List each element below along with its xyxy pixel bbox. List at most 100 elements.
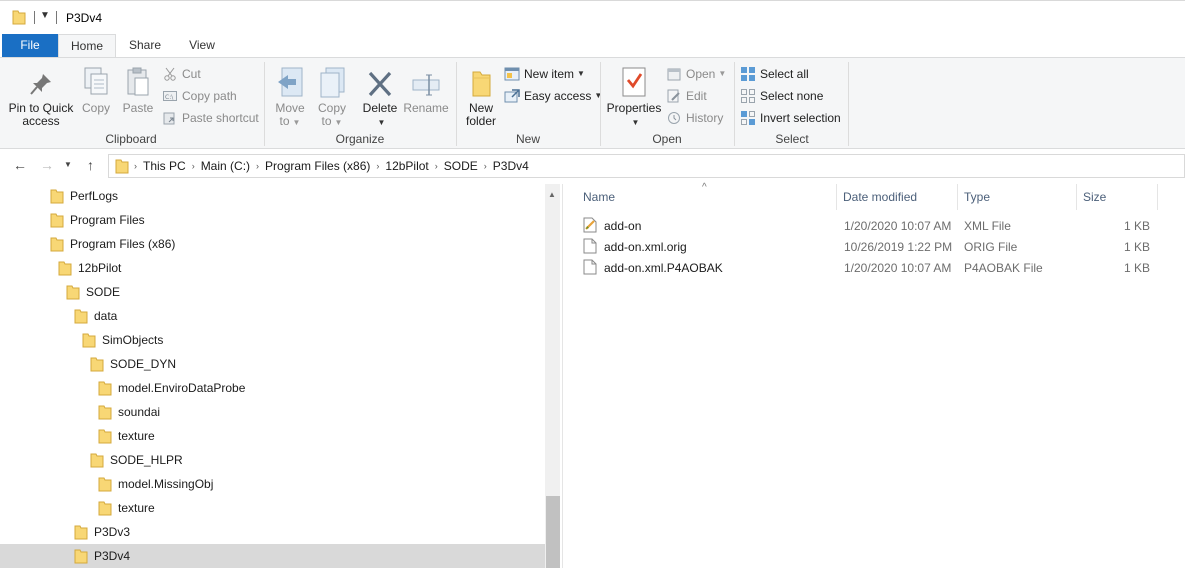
column-header-type[interactable]: Type (958, 184, 1076, 210)
file-size: 1 KB (1123, 240, 1150, 254)
breadcrumb-main-c[interactable]: Main (C:) (201, 159, 250, 173)
select-none-button[interactable]: Select none (740, 86, 823, 106)
tree-item-label: data (94, 309, 118, 323)
breadcrumb-this-pc[interactable]: This PC (143, 159, 186, 173)
forward-arrow-icon[interactable]: → (40, 157, 54, 173)
breadcrumb-sode[interactable]: SODE (444, 159, 478, 173)
paste-button[interactable]: Paste (120, 62, 156, 115)
easy-access-button[interactable]: Easy access ▼ (504, 86, 602, 106)
xml-file-icon (583, 217, 597, 236)
paste-shortcut-button[interactable]: Paste shortcut (162, 108, 259, 128)
chevron-right-icon[interactable]: › (376, 161, 379, 171)
chevron-right-icon[interactable]: › (435, 161, 438, 171)
tree-item-texture[interactable]: texture (0, 424, 545, 448)
tree-item-program-files-x86[interactable]: Program Files (x86) (0, 232, 545, 256)
tree-item-label: texture (118, 501, 155, 515)
open-group-label: Open (652, 132, 682, 146)
file-name: add-on.xml.P4AOBAK (604, 261, 723, 275)
breadcrumb-program-files-x86[interactable]: Program Files (x86) (265, 159, 370, 173)
back-arrow-icon[interactable]: ← (13, 157, 27, 173)
tree-item-sode-dyn[interactable]: SODE_DYN (0, 352, 545, 376)
address-bar[interactable]: › This PC › Main (C:) › Program Files (x… (108, 154, 1185, 178)
properties-button[interactable]: Properties ▼ (604, 62, 664, 129)
open-button[interactable]: Open ▼ (666, 64, 726, 84)
folder-icon (74, 548, 88, 564)
file-date-modified: 1/20/2020 10:07 AM (844, 219, 952, 233)
rename-label: Rename (403, 101, 449, 115)
column-header-size[interactable]: Size (1077, 184, 1157, 210)
new-item-label: New item (524, 67, 575, 81)
copy-to-button[interactable]: Copy to ▼ (312, 62, 352, 129)
folder-icon (98, 428, 112, 444)
chevron-down-icon: ▼ (334, 118, 343, 127)
tree-item-program-files[interactable]: Program Files (0, 208, 545, 232)
quick-access-dropdown-icon[interactable]: ▼ (40, 10, 50, 21)
tree-item-p3dv3[interactable]: P3Dv3 (0, 520, 545, 544)
tree-item-label: Program Files (x86) (70, 237, 176, 251)
up-arrow-icon[interactable]: ↑ (87, 157, 94, 173)
chevron-right-icon[interactable]: › (484, 161, 487, 171)
pin-to-quick-access-button[interactable]: Pin to Quick access (6, 62, 76, 128)
cut-button[interactable]: Cut (162, 64, 201, 84)
clipboard-group-label: Clipboard (105, 132, 157, 146)
column-divider[interactable] (1157, 184, 1158, 210)
file-type: XML File (964, 219, 1011, 233)
tree-scrollbar-thumb[interactable] (546, 496, 560, 568)
history-icon (666, 110, 682, 126)
copy-button[interactable]: Copy (78, 62, 114, 115)
breadcrumb-p3dv4[interactable]: P3Dv4 (493, 159, 529, 173)
tree-item-label: SODE_DYN (110, 357, 177, 371)
tree-item-data[interactable]: data (0, 304, 545, 328)
scroll-up-arrow-icon[interactable]: ▲ (548, 190, 556, 199)
tab-home[interactable]: Home (58, 34, 116, 58)
organize-group: Move to ▼ Copy to ▼ Delete ▼ Rename Organize (266, 60, 454, 148)
chevron-right-icon[interactable]: › (256, 161, 259, 171)
move-label: Move (275, 101, 305, 115)
tab-file[interactable]: File (2, 34, 58, 57)
group-separator (600, 62, 601, 146)
file-row[interactable]: add-on.xml.orig 10/26/2019 1:22 PM ORIG … (563, 236, 1163, 257)
copy-to-label: Copy (317, 101, 346, 115)
tab-view[interactable]: View (176, 34, 228, 57)
tree-item-model-missingobj[interactable]: model.MissingObj (0, 472, 545, 496)
generic-file-icon (583, 238, 597, 257)
history-button[interactable]: History (666, 108, 723, 128)
file-size: 1 KB (1123, 219, 1150, 233)
chevron-right-icon[interactable]: › (192, 161, 195, 171)
column-header-date-modified[interactable]: Date modified (837, 184, 957, 210)
new-folder-button[interactable]: New folder (460, 62, 502, 128)
rename-button[interactable]: Rename (402, 62, 450, 115)
chevron-right-icon[interactable]: › (134, 161, 137, 171)
select-none-label: Select none (760, 89, 824, 103)
edit-button[interactable]: Edit (666, 86, 707, 106)
delete-button[interactable]: Delete ▼ (358, 62, 402, 129)
new-item-button[interactable]: New item ▼ (504, 64, 585, 84)
move-to-button[interactable]: Move to ▼ (270, 62, 310, 129)
tree-item-sode-hlpr[interactable]: SODE_HLPR (0, 448, 545, 472)
tree-item-model-envirodataprobe[interactable]: model.EnviroDataProbe (0, 376, 545, 400)
tree-item-texture[interactable]: texture (0, 496, 545, 520)
copy-path-button[interactable]: C:\ Copy path (162, 86, 237, 106)
copy-to-icon (312, 62, 352, 98)
generic-file-icon (583, 259, 597, 278)
tree-item-12bpilot[interactable]: 12bPilot (0, 256, 545, 280)
tab-share[interactable]: Share (120, 34, 170, 57)
tree-item-simobjects[interactable]: SimObjects (0, 328, 545, 352)
invert-selection-button[interactable]: Invert selection (740, 108, 841, 128)
properties-icon (604, 62, 664, 98)
tree-item-sode[interactable]: SODE (0, 280, 545, 304)
move-to-icon (270, 62, 310, 98)
tree-item-p3dv4[interactable]: P3Dv4 (0, 544, 545, 568)
breadcrumb-12bpilot[interactable]: 12bPilot (385, 159, 428, 173)
column-header-name[interactable]: Name (577, 184, 835, 210)
file-row[interactable]: add-on 1/20/2020 10:07 AM XML File 1 KB (563, 215, 1163, 236)
open-group: Properties ▼ Open ▼ Edit History Open (602, 60, 732, 148)
window-title: P3Dv4 (66, 11, 103, 25)
recent-locations-chevron-icon[interactable]: ▼ (64, 160, 72, 169)
tree-item-perflogs[interactable]: PerfLogs (0, 184, 545, 208)
file-type: P4AOBAK File (964, 261, 1043, 275)
file-row[interactable]: add-on.xml.P4AOBAK 1/20/2020 10:07 AM P4… (563, 257, 1163, 278)
select-all-button[interactable]: Select all (740, 64, 809, 84)
tree-item-soundai[interactable]: soundai (0, 400, 545, 424)
tree-item-label: PerfLogs (70, 189, 119, 203)
